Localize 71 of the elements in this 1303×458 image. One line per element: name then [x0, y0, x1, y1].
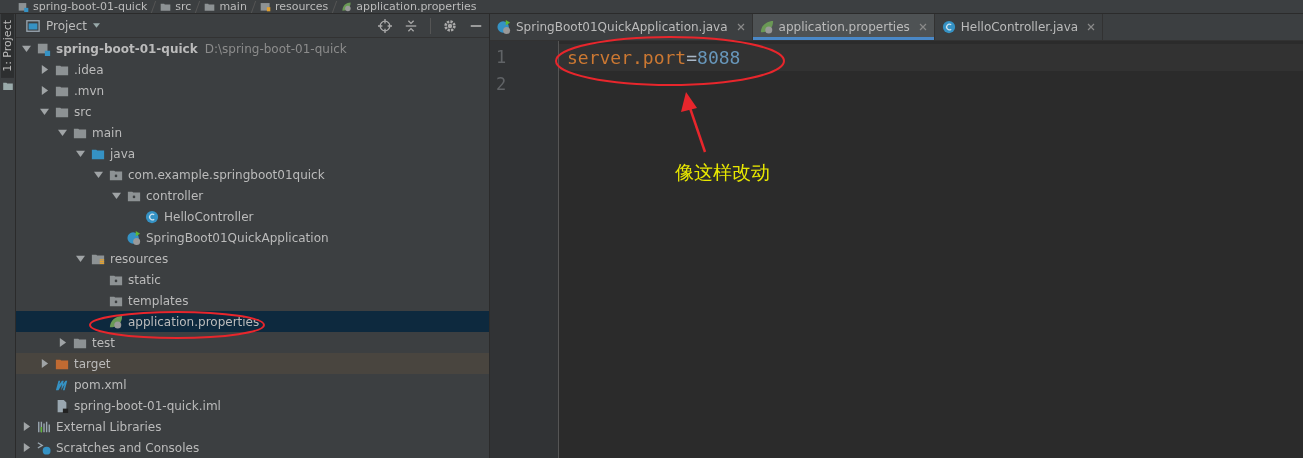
- class-icon: [145, 209, 159, 224]
- expanded-arrow-icon[interactable]: [75, 254, 85, 263]
- tree-item[interactable]: src: [16, 101, 489, 122]
- breadcrumb-item[interactable]: application.properties: [341, 0, 477, 13]
- collapsed-arrow-icon[interactable]: [21, 422, 31, 431]
- tree-item[interactable]: com.example.springboot01quick: [16, 164, 489, 185]
- tree-item[interactable]: resources: [16, 248, 489, 269]
- module-icon: [37, 41, 51, 56]
- tree-item[interactable]: templates: [16, 290, 489, 311]
- folder-icon: [2, 81, 13, 90]
- locate-icon[interactable]: [378, 18, 392, 33]
- tool-window-tab[interactable]: 1: Project: [1, 14, 14, 78]
- settings-icon[interactable]: [443, 18, 457, 33]
- scratches-icon: [37, 440, 51, 455]
- leaf-icon: [341, 1, 353, 12]
- breadcrumb-item[interactable]: spring-boot-01-quick: [18, 0, 148, 13]
- tree-item[interactable]: .idea: [16, 59, 489, 80]
- tree-item[interactable]: controller: [16, 185, 489, 206]
- tree-item[interactable]: main: [16, 122, 489, 143]
- view-selector[interactable]: Project: [26, 18, 101, 33]
- tree-item[interactable]: application.properties: [16, 311, 489, 332]
- close-icon[interactable]: [736, 23, 745, 31]
- close-icon[interactable]: [1087, 23, 1096, 31]
- tree-item[interactable]: java: [16, 143, 489, 164]
- code-line: server.port=8088: [567, 47, 741, 68]
- expanded-arrow-icon[interactable]: [111, 191, 121, 200]
- folder-icon: [204, 1, 216, 12]
- tree-item[interactable]: SpringBoot01QuickApplication: [16, 227, 489, 248]
- folder-icon: [160, 1, 172, 12]
- tree-item[interactable]: static: [16, 269, 489, 290]
- collapse-icon[interactable]: [404, 18, 418, 33]
- spring-icon: [497, 20, 511, 34]
- tree-item[interactable]: target: [16, 353, 489, 374]
- tree-item[interactable]: spring-boot-01-quick.iml: [16, 395, 489, 416]
- expanded-arrow-icon[interactable]: [21, 44, 31, 53]
- resources-folder-icon: [259, 1, 271, 12]
- module-icon: [18, 1, 29, 12]
- collapsed-arrow-icon[interactable]: [21, 443, 31, 452]
- annotation-arrow: [681, 92, 707, 153]
- editor-tab[interactable]: HelloController.java: [934, 14, 1104, 40]
- expanded-arrow-icon[interactable]: [39, 107, 49, 116]
- window-icon: [26, 18, 40, 33]
- editor-tab[interactable]: SpringBoot01QuickApplication.java: [490, 14, 753, 40]
- tree-item[interactable]: HelloController: [16, 206, 489, 227]
- expanded-arrow-icon[interactable]: [93, 170, 103, 179]
- leaf-icon: [109, 314, 123, 329]
- tree-item[interactable]: pom.xml: [16, 374, 489, 395]
- leaf-icon: [759, 20, 774, 34]
- expanded-arrow-icon[interactable]: [75, 149, 85, 158]
- breadcrumb-item[interactable]: resources: [259, 0, 329, 13]
- tree-item[interactable]: Scratches and Consoles: [16, 437, 489, 458]
- expanded-arrow-icon[interactable]: [57, 128, 67, 137]
- module-path: D:\spring-boot-01-quick: [204, 41, 347, 56]
- editor-tab[interactable]: application.properties: [752, 14, 935, 40]
- annotation-text: 像这样改动: [675, 160, 770, 185]
- breadcrumb-item[interactable]: src: [160, 0, 192, 13]
- tree-item[interactable]: spring-boot-01-quick D:\spring-boot-01-quick: [16, 38, 489, 59]
- class-icon: [941, 20, 956, 34]
- collapsed-arrow-icon[interactable]: [39, 359, 49, 368]
- tree-item[interactable]: test: [16, 332, 489, 353]
- libraries-icon: [37, 419, 51, 434]
- tree-item[interactable]: .mvn: [16, 80, 489, 101]
- tree-item[interactable]: External Libraries: [16, 416, 489, 437]
- breadcrumb-item[interactable]: main: [204, 0, 247, 13]
- caret-icon: [93, 23, 101, 28]
- spring-icon: [127, 230, 141, 245]
- collapsed-arrow-icon[interactable]: [39, 86, 49, 95]
- collapsed-arrow-icon[interactable]: [57, 338, 67, 347]
- close-icon[interactable]: [918, 23, 927, 31]
- file-icon: [55, 398, 69, 413]
- collapsed-arrow-icon[interactable]: [39, 65, 49, 74]
